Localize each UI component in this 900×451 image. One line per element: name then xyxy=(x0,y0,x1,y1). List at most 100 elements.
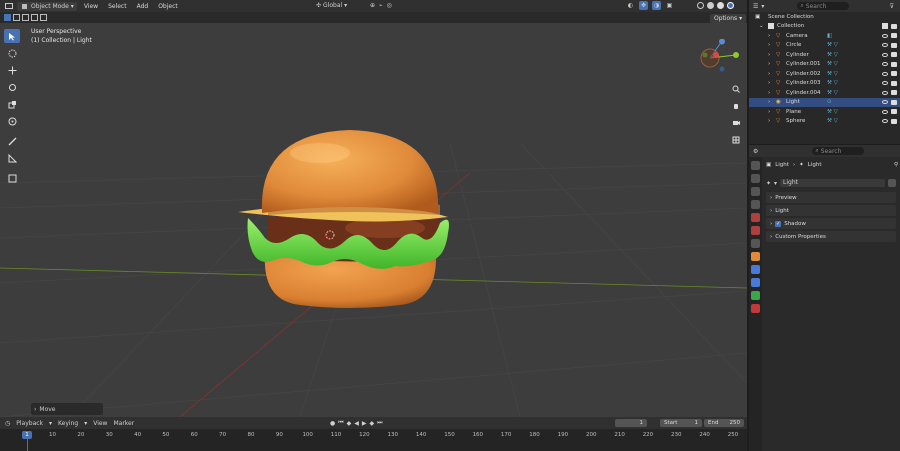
visibility-eye-icon[interactable] xyxy=(882,119,888,124)
jump-end-icon[interactable]: ⏭ xyxy=(377,419,382,427)
timeline-ruler[interactable]: 10 20 30 40 50 60 70 80 90 100 110 120 130 140 150 160 1… xyxy=(0,429,747,451)
select-subtract-icon[interactable] xyxy=(22,14,29,21)
move-tool-icon[interactable] xyxy=(4,63,20,77)
outliner-item[interactable]: › ▽ Sphere ⚒ ▽ xyxy=(749,117,900,127)
fake-user-icon[interactable] xyxy=(888,179,896,187)
rendered-shading-icon[interactable] xyxy=(727,2,734,9)
timeline-menu-view[interactable]: View xyxy=(93,420,107,427)
pan-hand-icon[interactable] xyxy=(730,100,742,112)
chevron-right-icon[interactable]: › xyxy=(768,61,770,67)
visibility-eye-icon[interactable] xyxy=(882,71,888,76)
select-new-icon[interactable] xyxy=(4,14,11,21)
add-cube-tool-icon[interactable] xyxy=(4,171,20,185)
select-tool-icon[interactable] xyxy=(4,29,20,43)
current-frame-field[interactable]: 1 xyxy=(615,419,647,427)
axis-gizmo-icon[interactable] xyxy=(694,38,744,81)
render-camera-icon[interactable] xyxy=(891,80,897,86)
select-invert-icon[interactable] xyxy=(31,14,38,21)
shadow-checkbox[interactable]: ✓ xyxy=(775,220,782,227)
properties-editor-icon[interactable]: ⚙ xyxy=(753,148,758,155)
render-tab-icon[interactable] xyxy=(751,174,760,183)
select-intersect-icon[interactable] xyxy=(40,14,47,21)
outliner-item[interactable]: › ◉ Light ⊙ xyxy=(749,97,900,107)
play-icon[interactable]: ▶ xyxy=(362,420,367,427)
outliner-item[interactable]: › ▽ Cylinder.003 ⚒ ▽ xyxy=(749,79,900,89)
burger-model[interactable] xyxy=(238,130,449,308)
visibility-eye-icon[interactable] xyxy=(882,90,888,95)
panel-custom-properties[interactable]: › Custom Properties xyxy=(766,231,896,242)
scene-tab-icon[interactable] xyxy=(751,213,760,222)
render-camera-icon[interactable] xyxy=(891,33,897,39)
measure-tool-icon[interactable] xyxy=(4,151,20,165)
chevron-right-icon[interactable]: › xyxy=(768,109,770,115)
editor-type-icon[interactable] xyxy=(4,2,13,11)
pin-icon[interactable]: ⚲ xyxy=(894,162,898,168)
chevron-right-icon[interactable]: › xyxy=(768,71,770,77)
rotate-tool-icon[interactable] xyxy=(4,80,20,94)
datablock-name-field[interactable]: Light xyxy=(780,179,885,187)
menu-select[interactable]: Select xyxy=(105,3,130,10)
options-dropdown[interactable]: Options ▾ xyxy=(710,14,747,23)
visibility-eye-icon[interactable] xyxy=(882,43,888,48)
chevron-right-icon[interactable]: › xyxy=(768,33,770,39)
object-data-icon[interactable]: ⚒ ▽ xyxy=(827,118,838,124)
visibility-eye-icon[interactable] xyxy=(882,62,888,67)
render-camera-icon[interactable] xyxy=(891,61,897,67)
timeline-menu-playback[interactable]: Playback xyxy=(16,420,43,427)
overlay-toggle-icon[interactable]: ◑ xyxy=(652,1,661,10)
chevron-right-icon[interactable]: › xyxy=(768,52,770,58)
scale-tool-icon[interactable] xyxy=(4,97,20,111)
timeline-menu-keying[interactable]: Keying xyxy=(58,420,78,427)
end-frame-field[interactable]: End 250 xyxy=(704,419,744,427)
outliner-editor-icon[interactable]: ☰ xyxy=(753,3,758,10)
view-layer-tab-icon[interactable] xyxy=(751,200,760,209)
texture-tab-icon[interactable] xyxy=(751,304,760,313)
render-camera-icon[interactable] xyxy=(891,23,897,29)
outliner-search-input[interactable]: ⌕ Search xyxy=(797,2,850,10)
chevron-right-icon[interactable]: › xyxy=(768,42,770,48)
output-tab-icon[interactable] xyxy=(751,187,760,196)
3d-viewport[interactable]: User Perspective (1) Collection | Light xyxy=(0,23,747,417)
outliner-item[interactable]: › ▽ Circle ⚒ ▽ xyxy=(749,41,900,51)
outliner-item[interactable]: › ▽ Cylinder.001 ⚒ ▽ xyxy=(749,60,900,70)
proportional-edit-icon[interactable]: ◎ xyxy=(387,2,392,9)
render-camera-icon[interactable] xyxy=(891,90,897,96)
zoom-icon[interactable] xyxy=(730,83,742,95)
camera-view-icon[interactable] xyxy=(730,117,742,129)
collection-row[interactable]: ⌄ Collection xyxy=(749,22,900,32)
object-data-tab-icon[interactable] xyxy=(751,291,760,300)
scene-collection-row[interactable]: ▣ Scene Collection xyxy=(749,12,900,22)
jump-prev-key-icon[interactable]: ◆ xyxy=(347,420,352,427)
render-camera-icon[interactable] xyxy=(891,42,897,48)
filter-icon[interactable]: ▾ xyxy=(761,3,764,10)
object-data-icon[interactable]: ⚒ ▽ xyxy=(827,90,838,96)
chevron-right-icon[interactable]: › xyxy=(768,99,770,105)
properties-search-input[interactable]: ⌕ Search xyxy=(812,147,865,155)
world-tab-icon[interactable] xyxy=(751,226,760,235)
render-camera-icon[interactable] xyxy=(891,52,897,58)
transform-tool-icon[interactable] xyxy=(4,114,20,128)
object-data-icon[interactable]: ⚒ ▽ xyxy=(827,52,838,58)
visibility-eye-icon[interactable] xyxy=(882,100,888,105)
visibility-eye-icon[interactable] xyxy=(882,52,888,57)
play-reverse-icon[interactable]: ◀ xyxy=(354,420,359,427)
object-data-icon[interactable]: ⚒ ▽ xyxy=(827,80,838,86)
snap-icon[interactable]: ⌁ xyxy=(379,2,383,9)
render-camera-icon[interactable] xyxy=(891,99,897,105)
jump-next-key-icon[interactable]: ◆ xyxy=(370,420,375,427)
annotate-tool-icon[interactable] xyxy=(4,134,20,148)
physics-tab-icon[interactable] xyxy=(751,265,760,274)
pivot-icon[interactable]: ⊕ xyxy=(370,2,375,9)
ortho-grid-icon[interactable] xyxy=(730,134,742,146)
object-data-icon[interactable]: ⚒ ▽ xyxy=(827,71,838,77)
object-tab-icon[interactable] xyxy=(751,252,760,261)
menu-view[interactable]: View xyxy=(81,3,101,10)
last-operator-panel[interactable]: › Move xyxy=(31,403,103,415)
xray-icon[interactable]: ▣ xyxy=(665,1,674,10)
menu-object[interactable]: Object xyxy=(155,3,181,10)
chevron-right-icon[interactable]: › xyxy=(768,118,770,124)
record-icon[interactable]: ● xyxy=(330,420,335,427)
collection-tab-icon[interactable] xyxy=(751,239,760,248)
object-data-icon[interactable]: ⊙ xyxy=(827,99,832,105)
datablock-selector[interactable]: ✦ ▾ Light xyxy=(766,178,896,188)
